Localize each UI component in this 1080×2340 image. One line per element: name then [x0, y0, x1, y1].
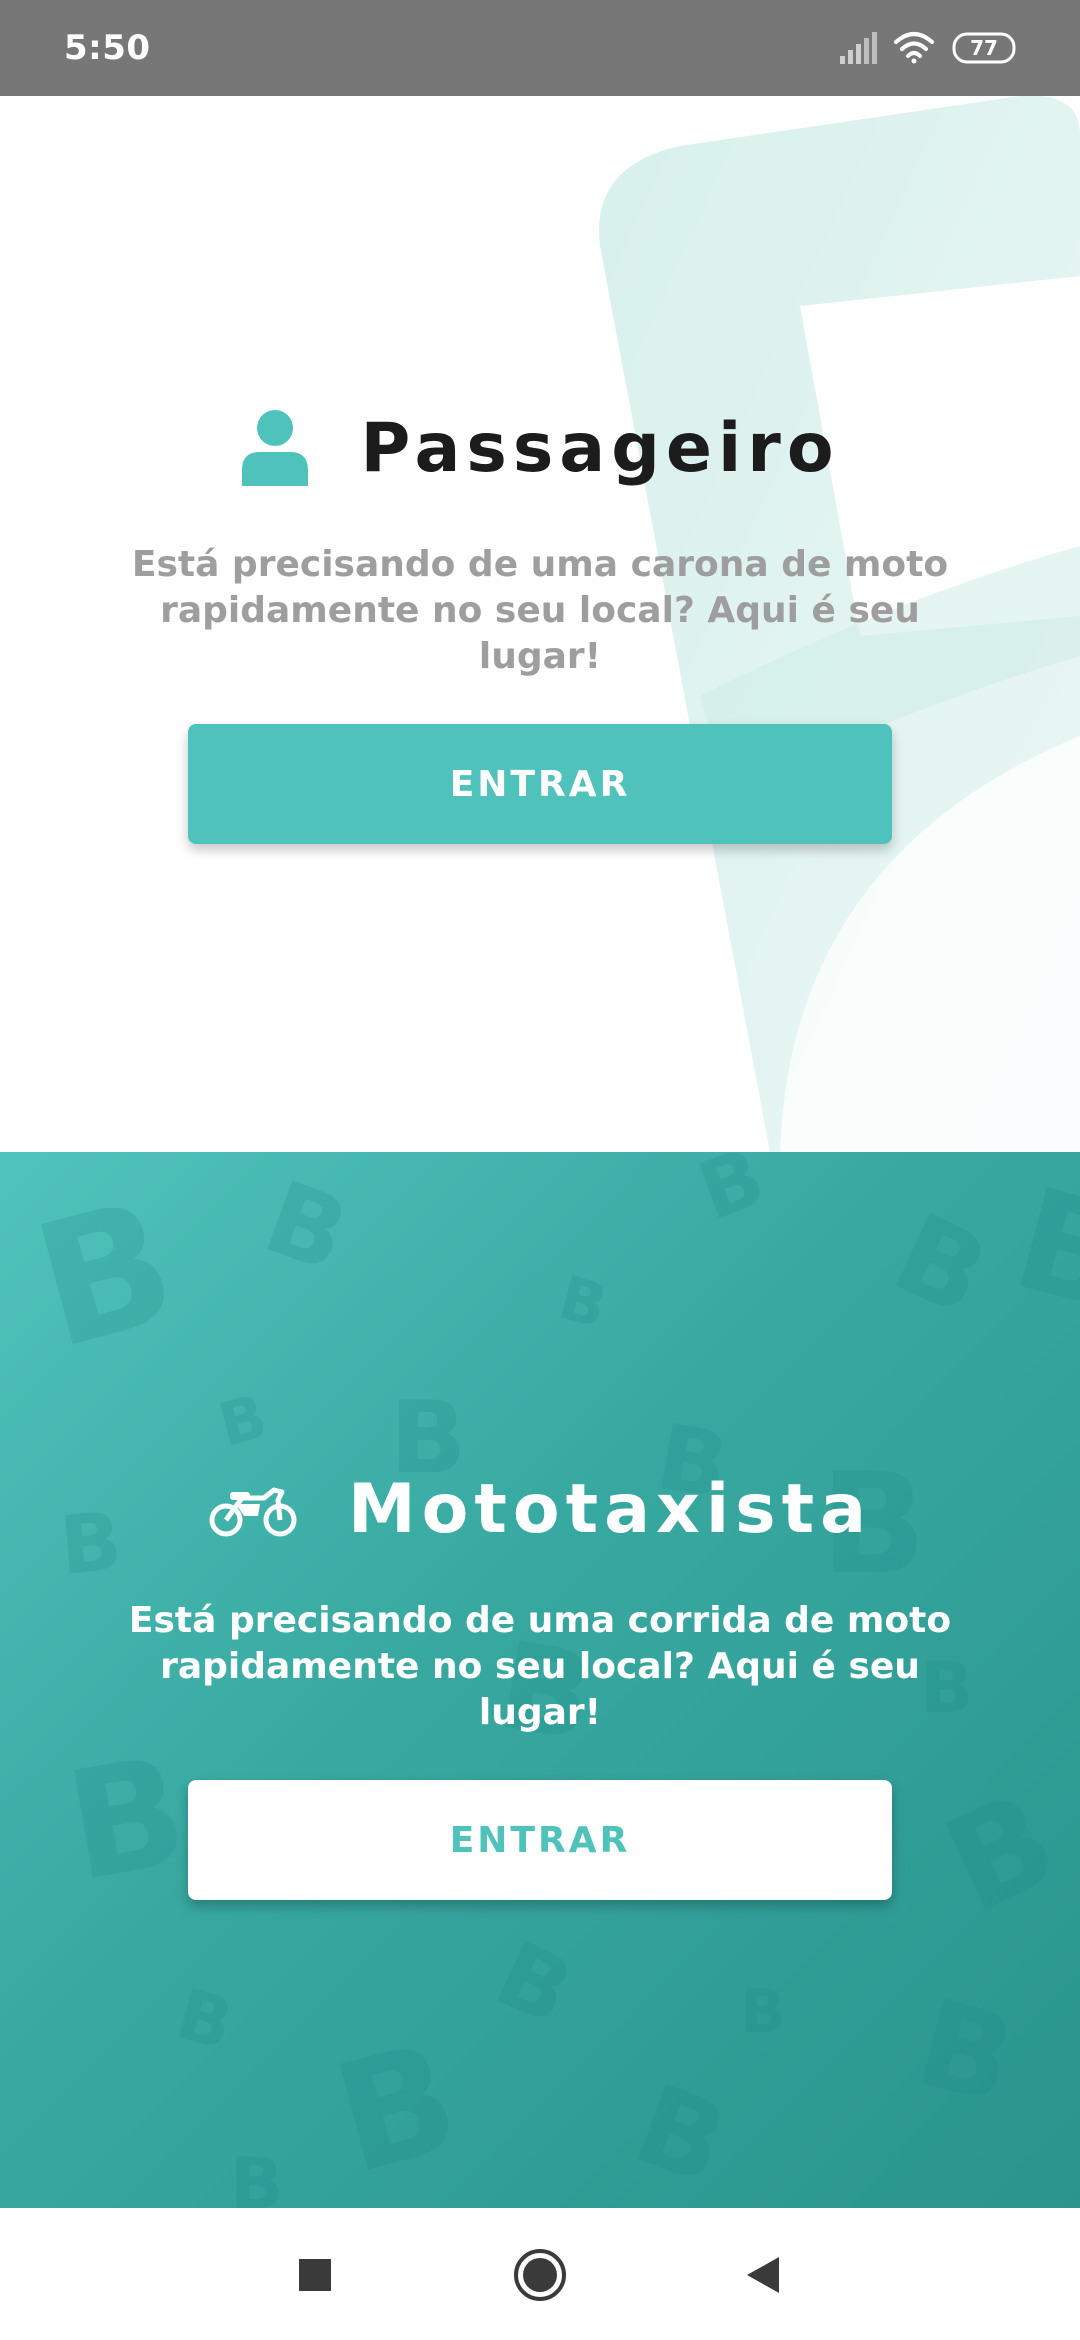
driver-enter-button[interactable]: ENTRAR: [188, 1780, 892, 1900]
passenger-section: Passageiro Está precisando de uma carona…: [0, 96, 1080, 1152]
svg-text:B: B: [251, 1159, 363, 1295]
svg-text:B: B: [319, 2010, 474, 2208]
signal-icon: [840, 32, 877, 64]
svg-text:B: B: [212, 1382, 274, 1461]
svg-text:B: B: [999, 1158, 1080, 1343]
svg-text:B: B: [687, 1152, 776, 1238]
driver-description: Está precisando de uma corrida de moto r…: [128, 1600, 952, 1733]
passenger-title-row: Passageiro: [0, 408, 1080, 488]
battery-level: 77: [970, 36, 998, 60]
navigation-bar: [0, 2208, 1080, 2340]
svg-text:B: B: [620, 2060, 743, 2208]
svg-text:B: B: [481, 1921, 588, 2045]
svg-text:B: B: [230, 2143, 283, 2208]
passenger-description: Está precisando de uma carona de moto ra…: [131, 544, 949, 677]
recents-square-icon[interactable]: [288, 2248, 342, 2302]
svg-text:B: B: [552, 1263, 614, 1342]
status-bar: 5:50 77: [0, 0, 1080, 96]
status-time: 5:50: [64, 28, 151, 68]
status-icons: 77: [840, 28, 1020, 68]
svg-text:B: B: [740, 1977, 786, 2047]
driver-title: Mototaxista: [347, 1470, 873, 1549]
svg-text:B: B: [55, 1724, 198, 1915]
svg-text:B: B: [17, 1163, 193, 1388]
passenger-enter-button[interactable]: ENTRAR: [188, 724, 892, 844]
wifi-icon: [894, 32, 934, 64]
svg-text:B: B: [876, 1189, 1006, 1340]
home-circle-icon[interactable]: [513, 2248, 567, 2302]
svg-text:B: B: [924, 1763, 1078, 1943]
driver-title-row: Mototaxista: [0, 1470, 1080, 1549]
motorcycle-icon: [209, 1487, 297, 1536]
svg-text:B: B: [169, 1973, 242, 2066]
person-icon: [242, 410, 309, 486]
driver-section: B B B B B B B B B B B B B B B B B B B B …: [0, 1152, 1080, 2208]
back-triangle-icon[interactable]: [736, 2248, 790, 2302]
svg-text:B: B: [904, 1974, 1028, 2132]
passenger-title: Passageiro: [360, 408, 840, 488]
battery-icon: 77: [952, 32, 1016, 64]
